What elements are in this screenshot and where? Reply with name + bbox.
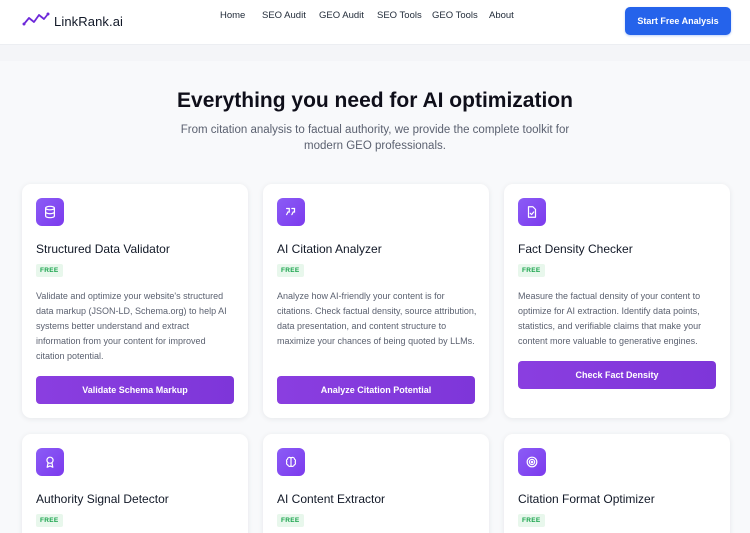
award-icon xyxy=(36,448,64,476)
card-description: Measure the factual density of your cont… xyxy=(518,291,702,346)
tool-card-ai-content-extractor: AI Content Extractor FREE xyxy=(263,434,489,533)
card-title: AI Citation Analyzer xyxy=(277,242,382,256)
nav-geo-tools[interactable]: GEO Tools xyxy=(432,10,478,21)
free-badge: FREE xyxy=(518,264,545,277)
card-title: Citation Format Optimizer xyxy=(518,492,655,506)
free-badge: FREE xyxy=(36,514,63,527)
validate-schema-markup-button[interactable]: Validate Schema Markup xyxy=(36,376,234,404)
card-title: Structured Data Validator xyxy=(36,242,170,256)
card-title: AI Content Extractor xyxy=(277,492,386,506)
card-description: Analyze how AI-friendly your content is … xyxy=(277,291,477,346)
check-fact-density-button[interactable]: Check Fact Density xyxy=(518,361,716,389)
header-divider-band xyxy=(0,45,750,61)
nav-seo-audit[interactable]: SEO Audit xyxy=(262,10,306,21)
target-icon xyxy=(518,448,546,476)
tool-card-fact-density-checker: Fact Density Checker FREE Measure the fa… xyxy=(504,184,730,418)
nav-about[interactable]: About xyxy=(489,10,514,21)
section-title: Everything you need for AI optimization xyxy=(177,89,573,112)
free-badge: FREE xyxy=(277,264,304,277)
free-badge: FREE xyxy=(36,264,63,277)
tool-card-ai-citation-analyzer: AI Citation Analyzer FREE Analyze how AI… xyxy=(263,184,489,418)
card-title: Authority Signal Detector xyxy=(36,492,169,506)
tool-card-citation-format-optimizer: Citation Format Optimizer FREE xyxy=(504,434,730,533)
nav-seo-tools[interactable]: SEO Tools xyxy=(377,10,422,21)
tool-card-structured-data-validator: Structured Data Validator FREE Validate … xyxy=(22,184,248,418)
quote-icon xyxy=(277,198,305,226)
free-badge: FREE xyxy=(518,514,545,527)
top-navbar: LinkRank.ai Home SEO Audit GEO Audit SEO… xyxy=(0,0,750,45)
brain-icon xyxy=(277,448,305,476)
document-check-icon xyxy=(518,198,546,226)
free-badge: FREE xyxy=(277,514,304,527)
section-subtitle: From citation analysis to factual author… xyxy=(180,124,570,152)
nav-home[interactable]: Home xyxy=(220,10,245,21)
nav-geo-audit[interactable]: GEO Audit xyxy=(319,10,364,21)
card-description: Validate and optimize your website's str… xyxy=(36,291,227,361)
card-title: Fact Density Checker xyxy=(518,242,633,256)
analyze-citation-potential-button[interactable]: Analyze Citation Potential xyxy=(277,376,475,404)
start-free-analysis-button[interactable]: Start Free Analysis xyxy=(625,7,731,35)
database-icon xyxy=(36,198,64,226)
tool-card-authority-signal-detector: Authority Signal Detector FREE xyxy=(22,434,248,533)
